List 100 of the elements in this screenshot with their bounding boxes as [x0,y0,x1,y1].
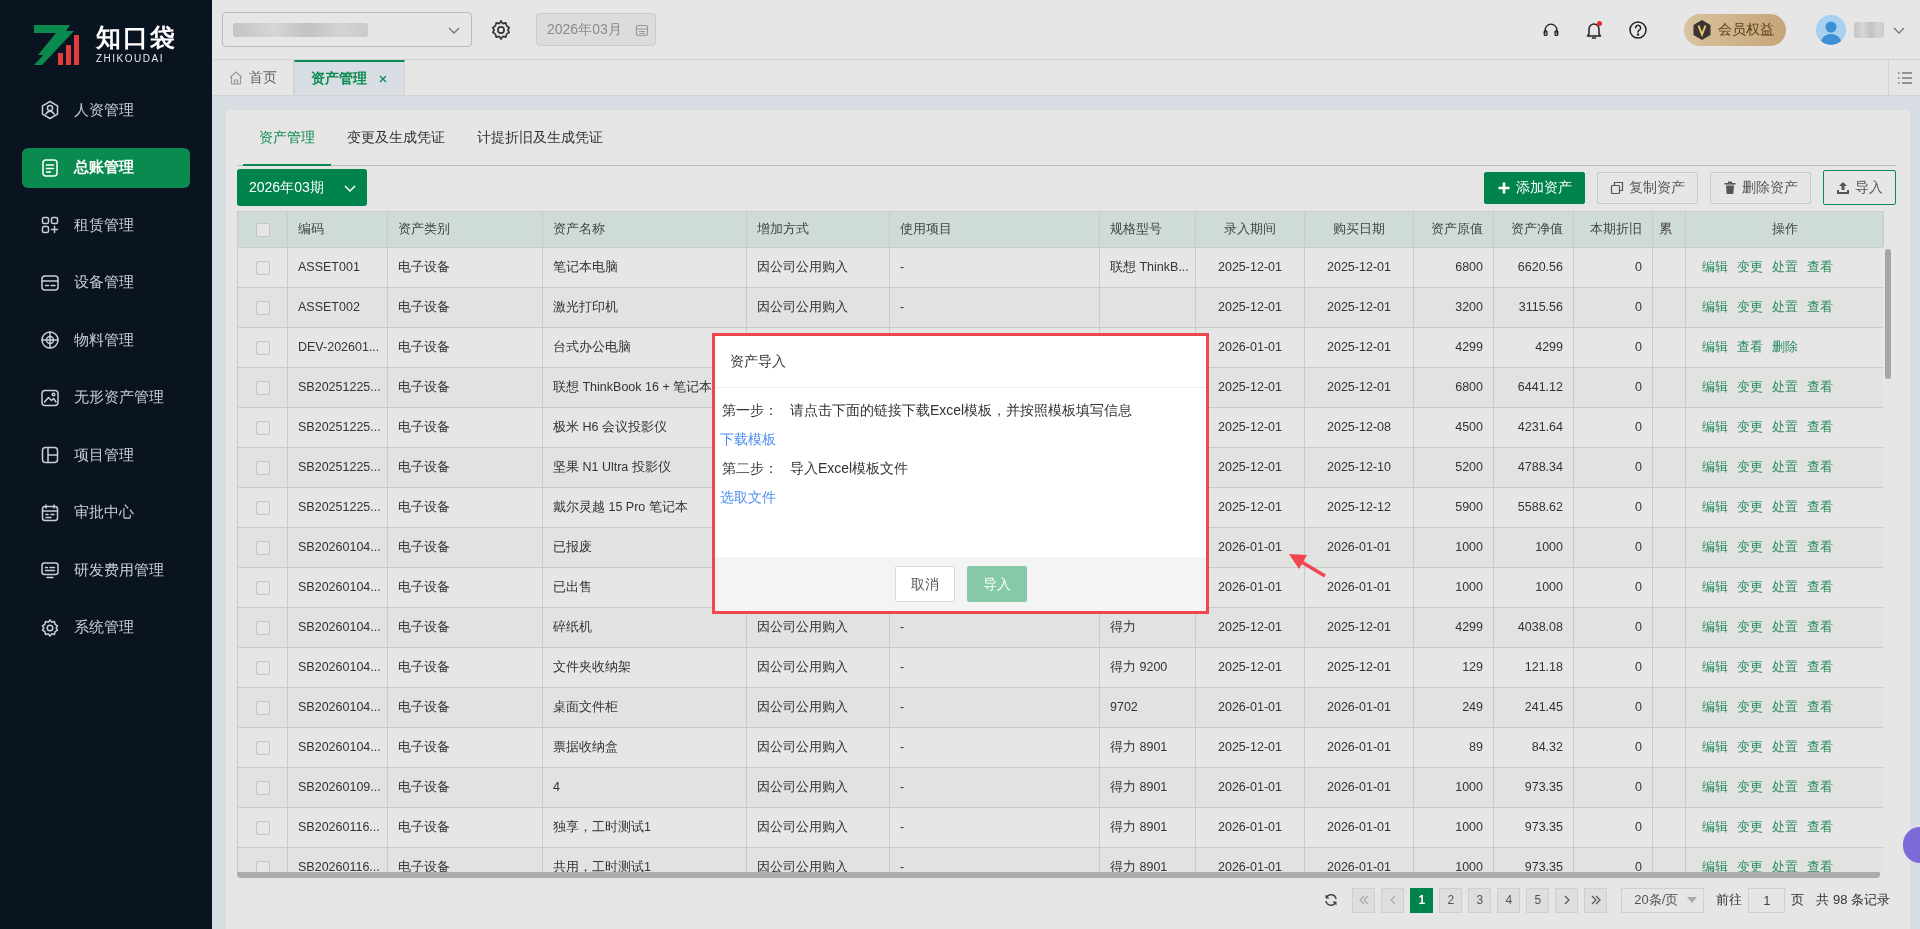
action-link[interactable]: 变更 [1737,420,1763,435]
checkbox[interactable] [255,460,270,475]
add-button[interactable]: 添加资产 [1484,171,1585,204]
page-button[interactable]: 4 [1497,887,1521,913]
action-link[interactable]: 变更 [1737,700,1763,715]
action-link[interactable]: 查看 [1807,820,1833,835]
action-link[interactable]: 编辑 [1702,380,1728,395]
last-page-button[interactable] [1584,887,1608,913]
scrollbar-thumb[interactable] [237,870,1880,878]
sidebar-item[interactable]: 租赁管理 [22,205,190,245]
checkbox[interactable] [255,820,270,835]
scrollbar-thumb[interactable] [1885,249,1891,379]
next-button[interactable] [1555,887,1579,913]
sidebar-item[interactable]: 人资管理 [22,90,190,130]
action-link[interactable]: 处置 [1772,620,1798,635]
action-link[interactable]: 查看 [1807,700,1833,715]
action-link[interactable]: 查看 [1807,420,1833,435]
checkbox[interactable] [255,580,270,595]
sidebar-item[interactable]: 无形资产管理 [22,377,190,418]
page-button[interactable]: 5 [1526,887,1550,913]
action-link[interactable]: 处置 [1772,420,1798,435]
action-link[interactable]: 删除 [1772,340,1798,355]
checkbox[interactable] [255,420,270,435]
action-link[interactable]: 处置 [1772,860,1798,872]
action-link[interactable]: 变更 [1737,780,1763,795]
action-link[interactable]: 编辑 [1702,420,1728,435]
action-link[interactable]: 处置 [1772,780,1798,795]
action-link[interactable]: 编辑 [1702,700,1728,715]
action-link[interactable]: 变更 [1737,460,1763,475]
action-link[interactable]: 处置 [1772,820,1798,835]
delete-button[interactable]: 删除资产 [1710,171,1811,204]
page-button[interactable]: 3 [1468,887,1492,913]
page-button[interactable]: 2 [1439,887,1463,913]
action-link[interactable]: 查看 [1807,620,1833,635]
checkbox[interactable] [255,340,270,355]
settings-button[interactable] [490,18,512,41]
action-link[interactable]: 编辑 [1702,620,1728,635]
action-link[interactable]: 查看 [1807,540,1833,555]
action-link[interactable]: 处置 [1772,740,1798,755]
checkbox[interactable] [255,540,270,555]
action-link[interactable]: 编辑 [1702,300,1728,315]
action-link[interactable]: 编辑 [1702,540,1728,555]
sidebar-item[interactable]: 审批中心 [22,492,190,533]
action-link[interactable]: 查看 [1807,500,1833,515]
action-link[interactable]: 处置 [1772,700,1798,715]
checkbox[interactable] [255,660,270,675]
action-link[interactable]: 编辑 [1702,500,1728,515]
action-link[interactable]: 查看 [1807,380,1833,395]
action-link[interactable]: 编辑 [1702,860,1728,872]
company-select[interactable] [222,12,472,47]
checkbox[interactable] [255,500,270,515]
action-link[interactable]: 查看 [1807,460,1833,475]
page-button[interactable]: 1 [1410,887,1434,913]
sidebar-item[interactable]: 系统管理 [22,607,190,648]
sidebar-item[interactable]: 总账管理 [22,147,190,188]
action-link[interactable]: 处置 [1772,540,1798,555]
action-link[interactable]: 变更 [1737,540,1763,555]
tab[interactable]: 变更及生成凭证 [331,110,461,166]
checkbox[interactable] [255,300,270,315]
action-link[interactable]: 处置 [1772,660,1798,675]
action-link[interactable]: 处置 [1772,500,1798,515]
checkbox[interactable] [255,620,270,635]
action-link[interactable]: 处置 [1772,580,1798,595]
action-link[interactable]: 变更 [1737,260,1763,275]
action-link[interactable]: 变更 [1737,620,1763,635]
sidebar-item[interactable]: 项目管理 [22,435,190,475]
checkbox[interactable] [255,260,270,275]
action-link[interactable]: 处置 [1772,380,1798,395]
tab[interactable]: 资产管理 [243,110,331,166]
checkbox[interactable] [255,222,270,237]
tab[interactable]: 计提折旧及生成凭证 [461,110,619,166]
link[interactable]: 选取文件 [720,487,776,508]
first-page-button[interactable] [1352,887,1376,913]
action-link[interactable]: 编辑 [1702,780,1728,795]
action-link[interactable]: 查看 [1807,780,1833,795]
action-link[interactable]: 查看 [1807,300,1833,315]
action-link[interactable]: 编辑 [1702,460,1728,475]
tab[interactable]: 资产管理 [294,60,405,95]
action-link[interactable]: 变更 [1737,820,1763,835]
import-button[interactable]: 导入 [1823,170,1896,205]
action-link[interactable]: 变更 [1737,660,1763,675]
action-link[interactable]: 查看 [1807,580,1833,595]
checkbox[interactable] [255,780,270,795]
action-link[interactable]: 编辑 [1702,660,1728,675]
sidebar-item[interactable]: 设备管理 [22,262,190,303]
sidebar-item[interactable]: 物料管理 [22,320,190,360]
membership-badge[interactable]: 会员权益 [1684,13,1786,46]
copy-button[interactable]: 复制资产 [1597,171,1698,204]
checkbox[interactable] [255,740,270,755]
action-link[interactable]: 编辑 [1702,740,1728,755]
cancel-button[interactable]: 取消 [894,566,955,602]
action-link[interactable]: 处置 [1772,300,1798,315]
action-link[interactable]: 编辑 [1702,260,1728,275]
page-size-select[interactable]: 20条/页 [1621,887,1705,913]
action-link[interactable]: 变更 [1737,500,1763,515]
checkbox[interactable] [255,860,270,872]
link[interactable]: 下载模板 [720,429,776,450]
action-link[interactable]: 编辑 [1702,580,1728,595]
previous-button[interactable] [1381,887,1405,913]
checkbox[interactable] [255,380,270,395]
